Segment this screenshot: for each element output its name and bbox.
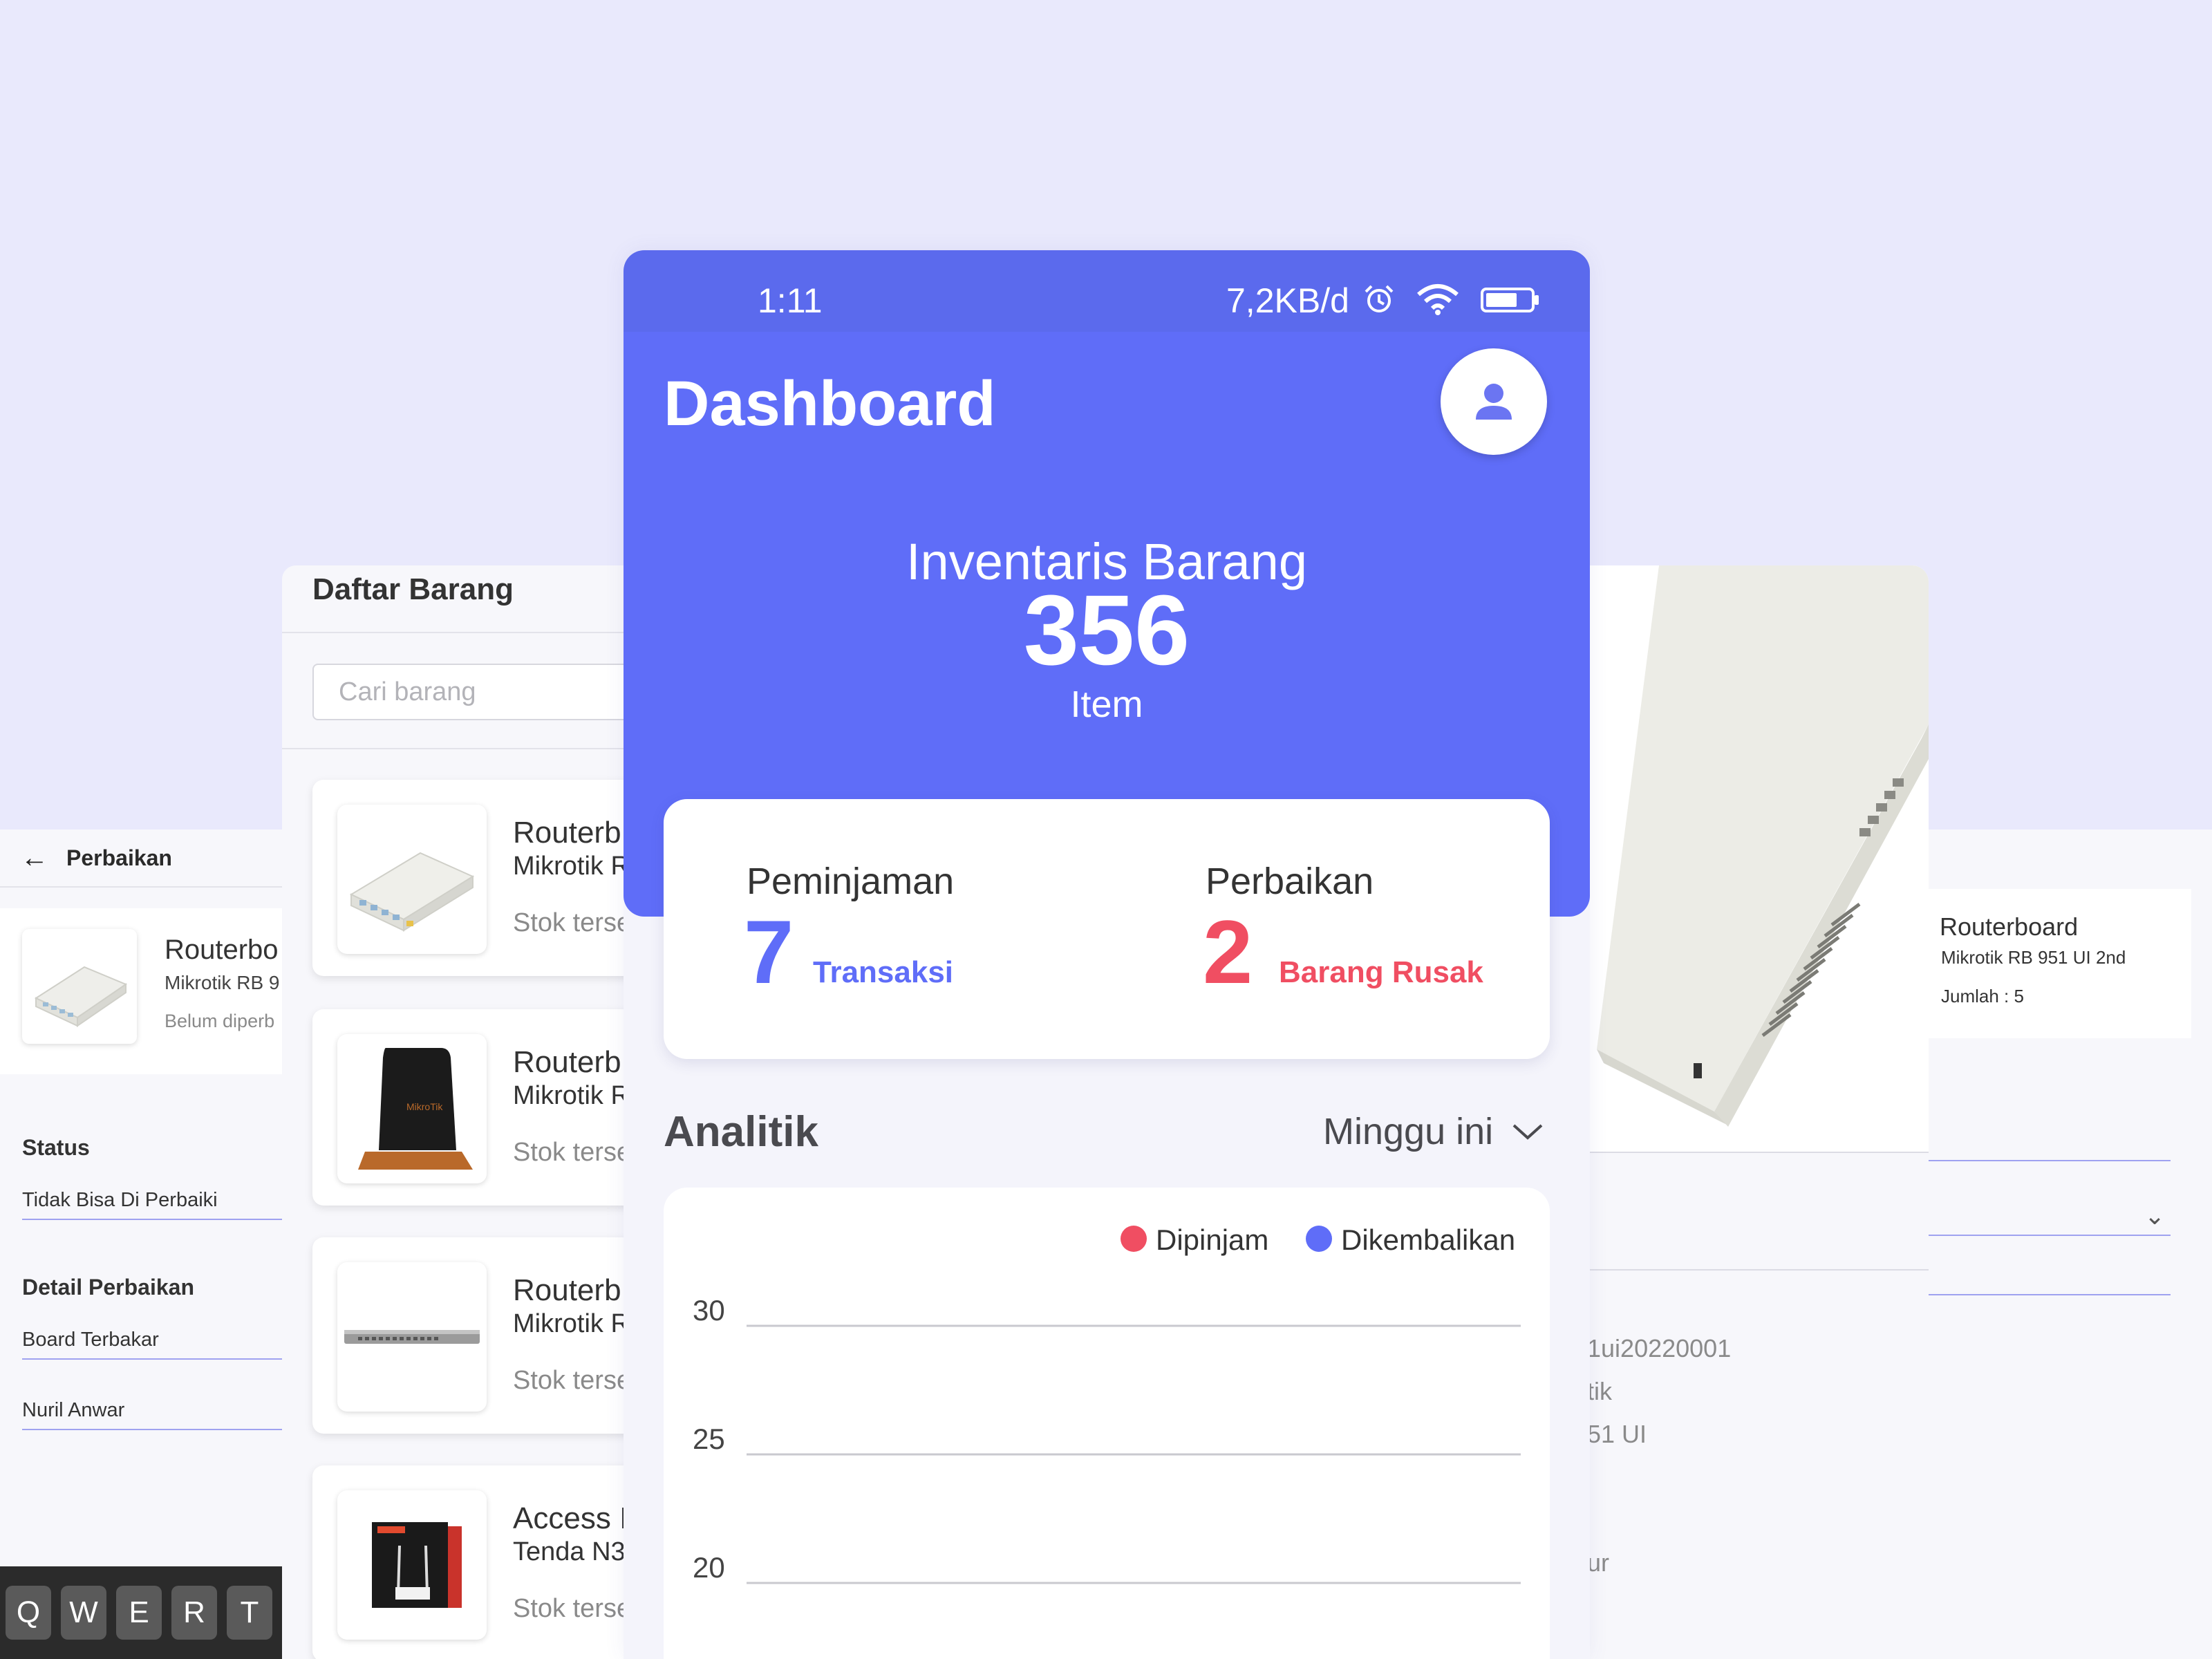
legend-label: Dipinjam (1156, 1224, 1268, 1256)
list-item[interactable]: Access I Tenda N3 Stok terse (312, 1465, 628, 1659)
daftar-title: Daftar Barang (312, 572, 514, 606)
repair-item-model: Mikrotik RB 9 (165, 972, 280, 993)
item-code: 1ui20220001 (1587, 1334, 1732, 1362)
y-tick-label: 25 (693, 1423, 725, 1455)
list-item[interactable]: Routerb Mikrotik R Stok terse (312, 1237, 628, 1434)
repair-item-card[interactable]: Routerbo Mikrotik RB 9 Belum diperb (0, 908, 290, 1074)
detail-perbaikan-field[interactable]: Board Terbakar (22, 1329, 290, 1360)
item-model: Tenda N3 (513, 1537, 626, 1566)
item-model: Mikrotik R (513, 1309, 628, 1338)
router-image: MikroTik (337, 1034, 487, 1183)
peminjaman-count: 7 (744, 901, 794, 1002)
dashboard-screen: 1:11 7,2KB/d Dashboard Inventaris Barang… (624, 250, 1590, 1659)
item-brand: tik (1587, 1377, 1612, 1405)
item-model: Mikrotik R (513, 852, 628, 881)
line-chart: Dipinjam Dikembalikan 30 25 20 (693, 1224, 1521, 1584)
item-name: Routerb (513, 816, 621, 850)
chevron-down-icon[interactable]: ⌄ (2144, 1201, 2165, 1230)
inventory-unit: Item (1070, 684, 1143, 725)
router-image (337, 805, 487, 954)
analytics-chart: Dipinjam Dikembalikan 30 25 20 (664, 1188, 1550, 1659)
keyboard-key[interactable]: E (116, 1586, 162, 1640)
legend-marker (1306, 1226, 1332, 1252)
inventory-count: 356 (1023, 574, 1190, 686)
daftar-barang-screen: Daftar Barang Cari barang Routerb Mikrot… (282, 565, 628, 1659)
period-filter-value: Minggu ini (1323, 1111, 1494, 1152)
repair-item-note: Belum diperb (165, 1011, 275, 1031)
divider (282, 632, 628, 633)
detail-barang-screen: 1ui20220001 tik 51 UI ur (1555, 565, 1929, 1659)
item-name: Access I (513, 1501, 628, 1535)
item-other: ur (1587, 1548, 1610, 1577)
perbaikan-count: 2 (1203, 901, 1253, 1002)
form-field-line[interactable] (1929, 1160, 2171, 1161)
keyboard-key[interactable]: R (171, 1586, 217, 1640)
wifi-icon (1416, 284, 1459, 315)
item-name: Routerboard (1940, 912, 2079, 941)
search-input[interactable]: Cari barang (312, 664, 628, 720)
onscreen-keyboard: Q W E R T (0, 1566, 283, 1659)
y-tick-label: 30 (693, 1294, 725, 1327)
form-field-line[interactable] (1929, 1294, 2171, 1295)
period-filter-dropdown[interactable]: Minggu ini (1323, 1110, 1544, 1153)
router-photo (1555, 565, 1929, 1152)
back-arrow-icon[interactable]: ← (21, 844, 48, 872)
switch-image (337, 1262, 487, 1412)
divider (282, 748, 628, 749)
page-title: Dashboard (664, 368, 996, 439)
legend-label: Dikembalikan (1341, 1224, 1515, 1256)
status-bar: 1:11 7,2KB/d (624, 250, 1590, 332)
y-tick-label: 20 (693, 1551, 725, 1584)
perbaikan-label: Perbaikan (1206, 861, 1374, 902)
item-model: Mikrotik RB 951 UI 2nd (1941, 947, 2126, 968)
keyboard-key[interactable]: W (61, 1586, 106, 1640)
keyboard-key[interactable]: T (227, 1586, 272, 1640)
battery-icon (1480, 288, 1539, 312)
item-name: Routerb (513, 1045, 621, 1079)
status-field[interactable]: Tidak Bisa Di Perbaiki (22, 1189, 290, 1220)
avatar[interactable] (1441, 348, 1547, 455)
router-thumbnail (22, 929, 137, 1044)
peminjaman-unit: Transaksi (813, 955, 954, 989)
perbaikan-title: Perbaikan (66, 845, 172, 870)
technician-field[interactable]: Nuril Anwar (22, 1399, 290, 1430)
user-icon (1476, 384, 1512, 420)
network-speed-text: 7,2KB/d (1226, 281, 1349, 320)
detail-perbaikan-label: Detail Perbaikan (22, 1275, 194, 1300)
svg-text:MikroTik: MikroTik (406, 1101, 443, 1112)
network-speed: 7,2KB/d (1226, 281, 1541, 321)
list-item[interactable]: Routerb Mikrotik R Stok terse (312, 780, 628, 976)
divider (1555, 1269, 1929, 1271)
status-time: 1:11 (758, 281, 823, 320)
item-name: Routerb (513, 1273, 621, 1307)
item-stock: Stok terse (513, 1594, 628, 1623)
item-model: Mikrotik R (513, 1081, 628, 1110)
selected-item-card[interactable]: Routerboard Mikrotik RB 951 UI 2nd Jumla… (1929, 889, 2191, 1038)
item-stock: Stok terse (513, 908, 628, 937)
perbaikan-unit: Barang Rusak (1279, 955, 1483, 989)
chevron-down-icon (1512, 1124, 1543, 1140)
item-stock: Stok terse (513, 1366, 628, 1395)
divider (1555, 1152, 1929, 1153)
item-model: 51 UI (1587, 1420, 1647, 1448)
peminjaman-form-screen: Routerboard Mikrotik RB 951 UI 2nd Jumla… (1929, 830, 2212, 1659)
summary-card: Peminjaman 7 Transaksi Perbaikan 2 Baran… (664, 799, 1550, 1059)
list-item[interactable]: MikroTik Routerb Mikrotik R Stok terse (312, 1009, 628, 1206)
perbaikan-appbar: ← Perbaikan (0, 830, 290, 888)
legend-marker (1121, 1226, 1147, 1252)
peminjaman-label: Peminjaman (747, 861, 955, 902)
item-quantity: Jumlah : 5 (1941, 986, 2024, 1006)
analytics-title: Analitik (664, 1108, 818, 1156)
alarm-icon (1365, 285, 1394, 312)
keyboard-key[interactable]: Q (6, 1586, 51, 1640)
item-stock: Stok terse (513, 1138, 628, 1167)
form-field-line[interactable] (1929, 1235, 2171, 1236)
access-point-box-image (337, 1490, 487, 1640)
perbaikan-screen: ← Perbaikan Routerbo Mikrotik RB 9 Belum… (0, 830, 290, 1659)
repair-item-name: Routerbo (165, 935, 279, 965)
status-label: Status (22, 1135, 90, 1160)
